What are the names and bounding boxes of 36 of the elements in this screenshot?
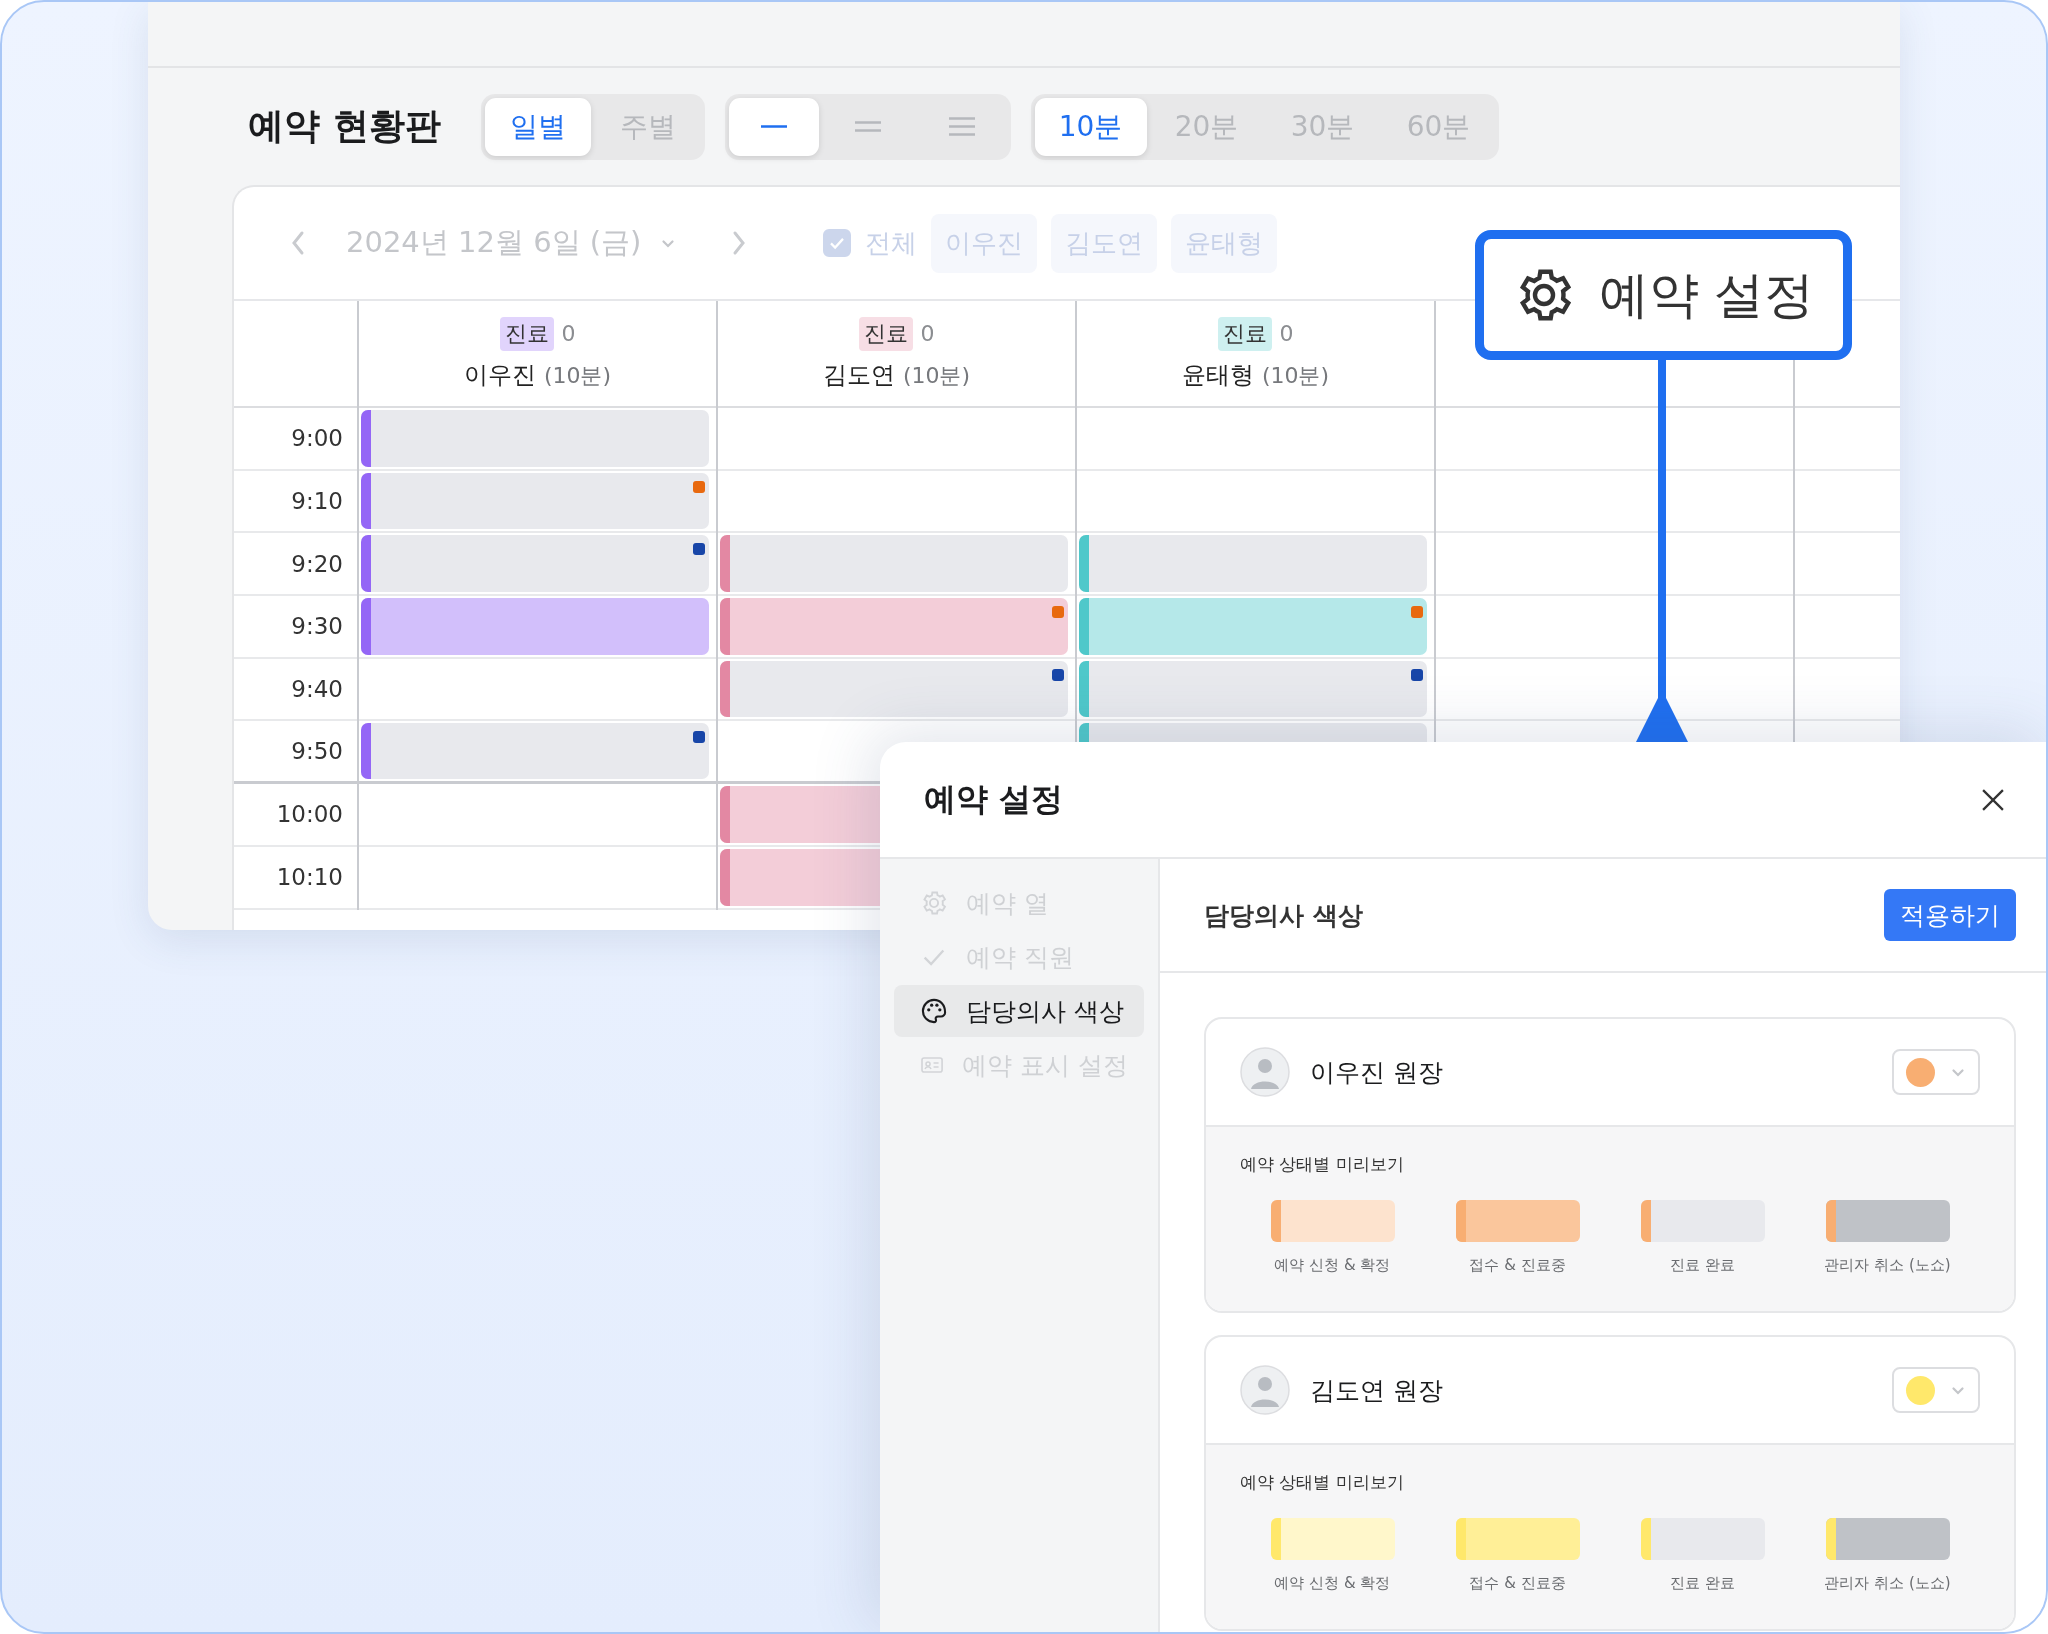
status-label: 예약 신청 & 확정: [1274, 1256, 1391, 1275]
status-tag: 진료: [858, 316, 913, 351]
time-label: 9:40: [234, 658, 357, 722]
status-label: 진료 완료: [1670, 1256, 1735, 1275]
status-tag: 진료: [1217, 316, 1272, 351]
status-label: 접수 & 진료중: [1469, 1574, 1566, 1593]
preview-title: 예약 상태별 미리보기: [1240, 1153, 1405, 1176]
doctor-name: 이우진: [463, 359, 536, 391]
doctor-name: 김도연 원장: [1310, 1374, 1444, 1407]
status-label: 예약 신청 & 확정: [1274, 1574, 1391, 1593]
time-label: 9:50: [234, 721, 357, 785]
page-title: 예약 현황판: [248, 104, 441, 148]
interval-label: (10분): [902, 361, 971, 390]
time-label: 9:10: [234, 470, 357, 534]
doctor-name: 이우진 원장: [1310, 1056, 1444, 1089]
preview-title: 예약 상태별 미리보기: [1240, 1471, 1405, 1494]
status-label: 진료 완료: [1670, 1574, 1735, 1593]
time-label: 10:10: [234, 846, 357, 910]
interval-label: (10분): [543, 361, 612, 390]
time-label: 9:00: [234, 408, 357, 471]
interval-label: (10분): [1261, 361, 1330, 390]
section-title: 담당의사 색상: [1204, 899, 1363, 932]
status-label: 관리자 취소 (노쇼): [1824, 1256, 1951, 1275]
time-label: 9:20: [234, 533, 357, 597]
dialog-title: 예약 설정: [924, 778, 1064, 820]
doctor-name: 윤태형: [1181, 359, 1254, 391]
doctor-name: 김도연: [822, 359, 895, 391]
status-label: 접수 & 진료중: [1469, 1256, 1566, 1275]
count-label: 0: [1279, 321, 1294, 346]
callout-label: 예약 설정: [1598, 264, 1815, 326]
count-label: 0: [920, 321, 935, 346]
count-label: 0: [561, 321, 576, 346]
status-tag: 진료: [499, 316, 554, 351]
time-label: 10:00: [234, 784, 357, 847]
time-label: 9:30: [234, 596, 357, 659]
status-label: 관리자 취소 (노쇼): [1824, 1574, 1951, 1593]
